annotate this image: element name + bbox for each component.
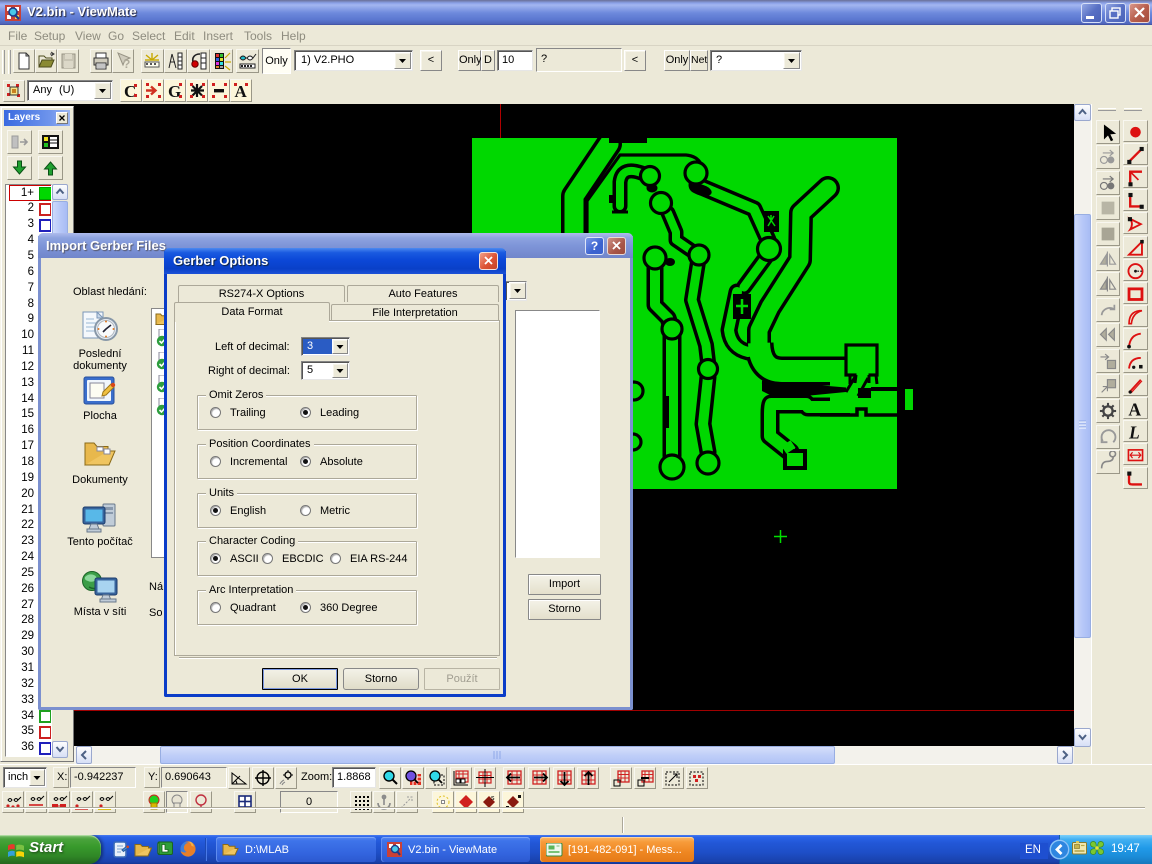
svg-text:?: ? (123, 57, 130, 71)
svg-text:L: L (1128, 423, 1140, 441)
svg-text:A: A (1128, 400, 1141, 418)
svg-text:s: s (491, 795, 495, 802)
